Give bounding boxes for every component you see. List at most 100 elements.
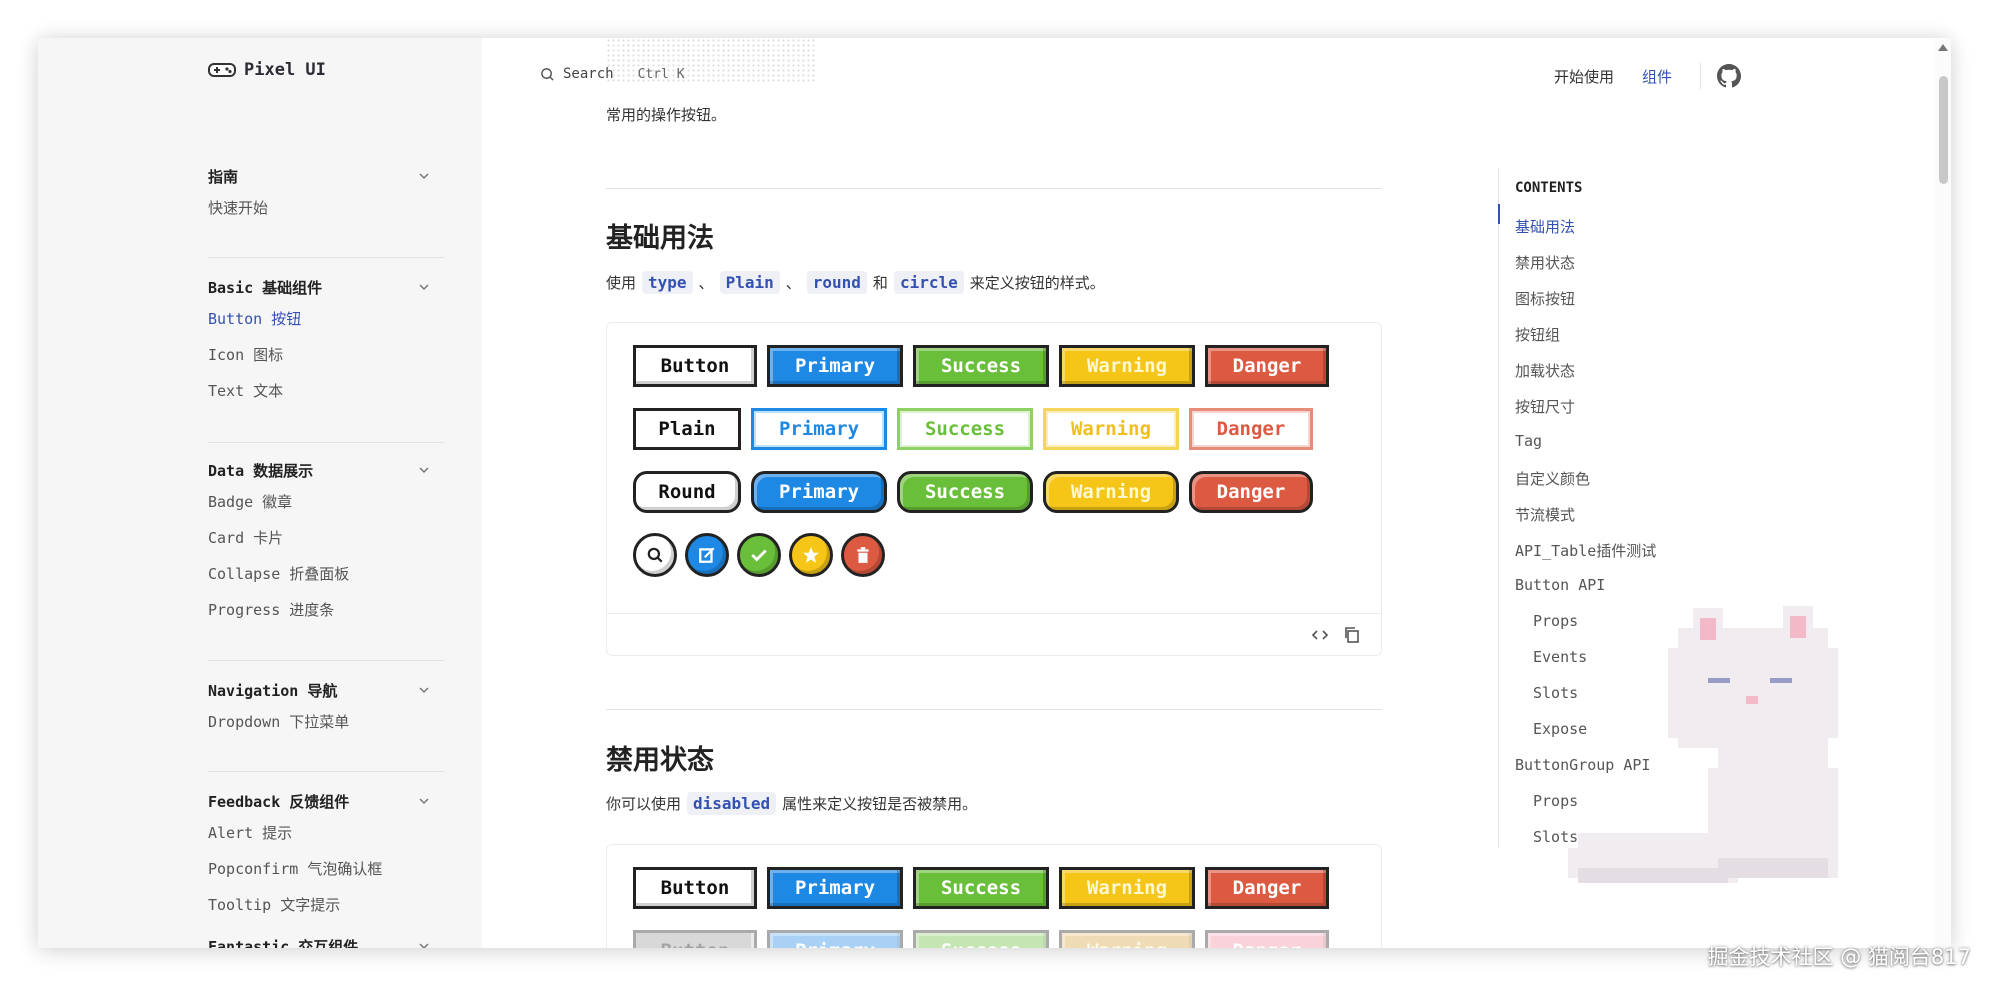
sidebar-divider <box>208 660 444 661</box>
button-round-default[interactable]: Round <box>633 471 741 513</box>
desc-text: 你可以使用 <box>606 795 682 813</box>
sidebar-item-badge[interactable]: Badge 徽章 <box>208 484 430 520</box>
sidebar-item-text[interactable]: Text 文本 <box>208 373 430 409</box>
code-circle: circle <box>893 271 964 294</box>
button-plain-default[interactable]: Plain <box>633 408 741 450</box>
code-round: round <box>806 271 867 294</box>
search-button[interactable]: Search Ctrl K <box>540 66 685 82</box>
button-warning[interactable]: Warning <box>1059 867 1195 909</box>
toc-item[interactable]: 节流模式 <box>1515 504 1575 525</box>
circle-button-check[interactable] <box>737 533 781 577</box>
toc-item[interactable]: API_Table插件测试 <box>1515 540 1656 561</box>
scroll-up-arrow[interactable] <box>1938 44 1948 51</box>
sidebar-item-icon[interactable]: Icon 图标 <box>208 337 430 373</box>
search-shortcut: Ctrl K <box>637 66 685 82</box>
pixel-cat-mascot[interactable] <box>1558 578 1908 923</box>
chevron-down-icon <box>419 173 429 180</box>
button-warning[interactable]: Warning <box>1059 345 1195 387</box>
button-danger[interactable]: Danger <box>1205 345 1329 387</box>
sidebar-group-title[interactable]: Feedback 反馈组件 <box>208 787 430 815</box>
button-danger[interactable]: Danger <box>1205 867 1329 909</box>
github-icon[interactable] <box>1717 64 1742 88</box>
sidebar-divider <box>208 442 444 443</box>
toc-item[interactable]: Tag <box>1515 432 1542 450</box>
button-round-success[interactable]: Success <box>897 471 1033 513</box>
sidebar-group-title[interactable]: Navigation 导航 <box>208 676 430 704</box>
chevron-down-icon <box>419 798 429 805</box>
button-success[interactable]: Success <box>913 867 1049 909</box>
button-row-round: Round Primary Success Warning Danger <box>633 471 1313 513</box>
search-icon <box>647 547 663 563</box>
button-plain-success[interactable]: Success <box>897 408 1033 450</box>
button-round-primary[interactable]: Primary <box>751 471 887 513</box>
sidebar-group-guide: 指南 快速开始 <box>208 162 430 226</box>
scrollbar[interactable] <box>1935 38 1951 948</box>
scroll-thumb[interactable] <box>1939 76 1948 184</box>
sidebar-item-tooltip[interactable]: Tooltip 文字提示 <box>208 887 430 923</box>
toc-item[interactable]: 加载状态 <box>1515 360 1575 381</box>
search-icon <box>541 67 554 81</box>
button-disabled-primary[interactable]: Primary <box>767 930 903 948</box>
circle-button-star[interactable] <box>789 533 833 577</box>
button-disabled-success[interactable]: Success <box>913 930 1049 948</box>
button-row-solid: Button Primary Success Warning Danger <box>633 345 1329 387</box>
sidebar-group-label: 指南 <box>208 167 239 186</box>
sidebar-item-button[interactable]: Button 按钮 <box>208 301 430 337</box>
button-row-disabled: Button Primary Success Warning Danger <box>633 930 1329 948</box>
sidebar-item-progress[interactable]: Progress 进度条 <box>208 592 430 628</box>
circle-button-edit[interactable] <box>685 533 729 577</box>
chevron-down-icon <box>419 284 429 291</box>
toc-item[interactable]: 自定义颜色 <box>1515 468 1590 489</box>
button-default[interactable]: Button <box>633 867 757 909</box>
toc-item[interactable]: 按钮组 <box>1515 324 1560 345</box>
button-default[interactable]: Button <box>633 345 757 387</box>
circle-button-search[interactable] <box>633 533 677 577</box>
chevron-down-icon <box>419 467 429 474</box>
desc-text: 属性来定义按钮是否被禁用。 <box>782 795 978 813</box>
sidebar-group-title[interactable]: 指南 <box>208 162 430 190</box>
nav-link-getting-started[interactable]: 开始使用 <box>1554 66 1614 87</box>
demo-block-disabled: Button Primary Success Warning Danger Bu… <box>606 844 1382 948</box>
sidebar-group-title[interactable]: Data 数据展示 <box>208 456 430 484</box>
button-primary[interactable]: Primary <box>767 345 903 387</box>
desc-text: 来定义按钮的样式。 <box>969 274 1105 292</box>
toc-item[interactable]: 按钮尺寸 <box>1515 396 1575 417</box>
button-round-danger[interactable]: Danger <box>1189 471 1313 513</box>
brand-name: Pixel UI <box>244 60 326 80</box>
toc-item[interactable]: 基础用法 <box>1515 216 1575 237</box>
button-row-plain: Plain Primary Success Warning Danger <box>633 408 1313 450</box>
top-nav: 开始使用 组件 <box>1554 60 1742 92</box>
toc-item[interactable]: 禁用状态 <box>1515 252 1575 273</box>
watermark: 掘金技术社区 @ 猫阅台817 <box>1707 945 1971 969</box>
button-plain-primary[interactable]: Primary <box>751 408 887 450</box>
sidebar-item-alert[interactable]: Alert 提示 <box>208 815 430 851</box>
sidebar-item-card[interactable]: Card 卡片 <box>208 520 430 556</box>
button-success[interactable]: Success <box>913 345 1049 387</box>
page-intro: 常用的操作按钮。 <box>606 106 727 124</box>
button-plain-warning[interactable]: Warning <box>1043 408 1179 450</box>
circle-button-delete[interactable] <box>841 533 885 577</box>
sidebar-group-title[interactable]: Fantastic 交互组件 <box>208 932 430 948</box>
demo-toolbar <box>607 613 1381 655</box>
sidebar-item-collapse[interactable]: Collapse 折叠面板 <box>208 556 430 592</box>
button-round-warning[interactable]: Warning <box>1043 471 1179 513</box>
brand-logo[interactable]: Pixel UI <box>208 60 326 80</box>
search-label: Search <box>563 66 614 82</box>
sidebar-group-label: Navigation 导航 <box>208 681 338 700</box>
button-disabled-default[interactable]: Button <box>633 930 757 948</box>
copy-icon[interactable] <box>1343 626 1361 644</box>
toc-item[interactable]: 图标按钮 <box>1515 288 1575 309</box>
desc-text: 、 <box>698 274 714 292</box>
sidebar-divider <box>208 771 444 772</box>
sidebar-group-label: Data 数据展示 <box>208 461 314 480</box>
button-primary[interactable]: Primary <box>767 867 903 909</box>
sidebar-item-dropdown[interactable]: Dropdown 下拉菜单 <box>208 704 430 740</box>
button-disabled-warning[interactable]: Warning <box>1059 930 1195 948</box>
sidebar-item-popconfirm[interactable]: Popconfirm 气泡确认框 <box>208 851 430 887</box>
button-plain-danger[interactable]: Danger <box>1189 408 1313 450</box>
sidebar-item-quickstart[interactable]: 快速开始 <box>208 190 430 226</box>
code-icon[interactable] <box>1311 626 1329 644</box>
button-disabled-danger[interactable]: Danger <box>1205 930 1329 948</box>
sidebar-group-title[interactable]: Basic 基础组件 <box>208 273 430 301</box>
nav-link-components[interactable]: 组件 <box>1642 66 1672 87</box>
